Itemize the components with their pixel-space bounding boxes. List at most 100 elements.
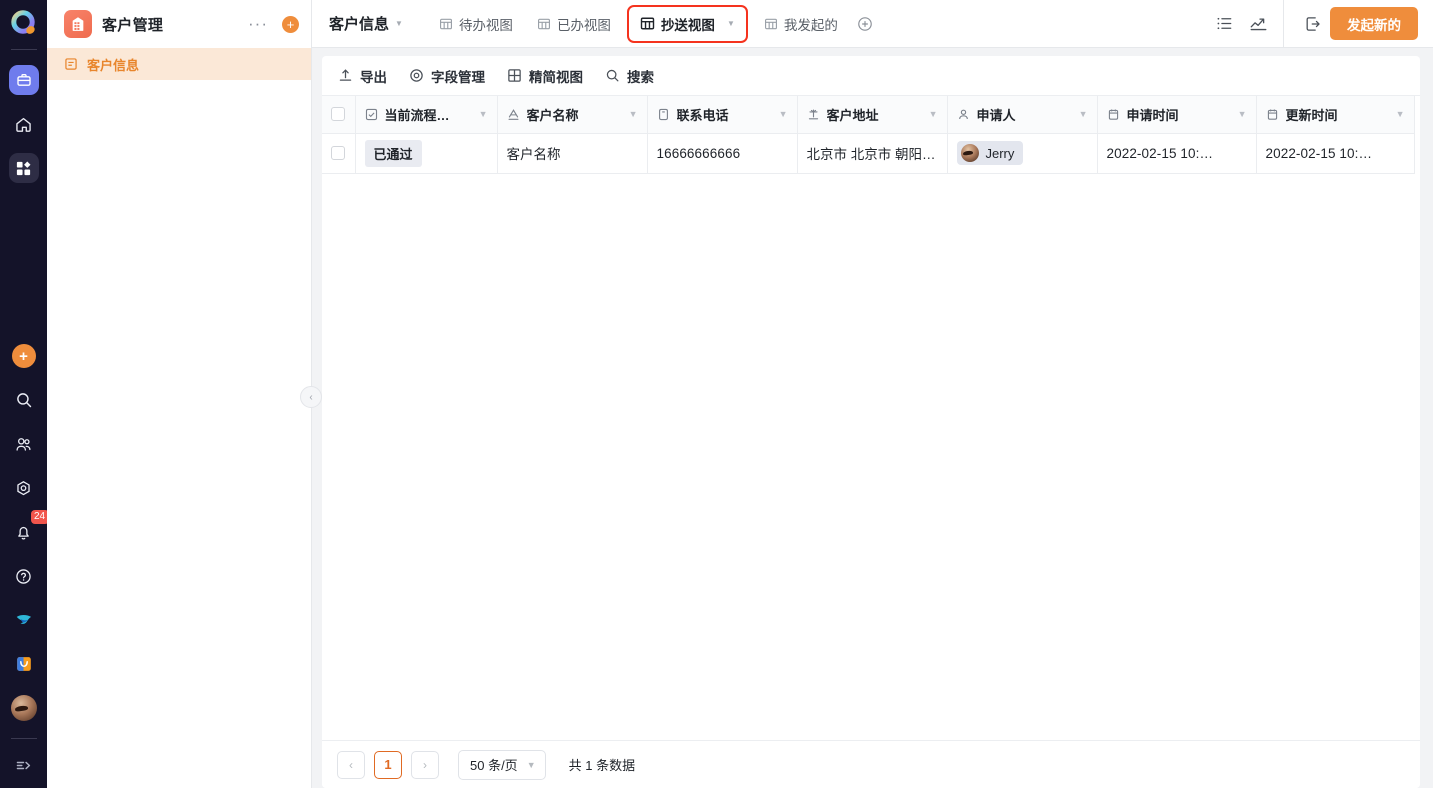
column-header-apply-time[interactable]: 申请时间 ▼	[1097, 96, 1257, 134]
column-label: 更新时间	[1285, 107, 1338, 123]
column-header-customer-name[interactable]: 客户名称 ▼	[497, 96, 648, 134]
cell-update-time: 2022-02-15 10:…	[1256, 133, 1415, 174]
column-label: 客户名称	[526, 107, 579, 123]
column-sort-icon[interactable]: ▼	[923, 109, 938, 119]
tab-cc-view[interactable]: 抄送视图 ▼	[626, 4, 748, 43]
avatar	[960, 144, 979, 162]
checkbox-field-icon	[365, 108, 378, 121]
main-area: 客户信息 ▼ 待办视图 已办视图 抄送视图 ▼ 我发起的 发起新的 导出 字段管…	[312, 0, 1433, 788]
tool-label: 精简视图	[529, 69, 583, 85]
topbar-right: 发起新的	[1207, 0, 1433, 48]
prev-page-button[interactable]: ‹	[337, 750, 365, 779]
leaf-app-icon[interactable]	[9, 605, 39, 635]
avatar-image	[10, 695, 37, 721]
tab-label: 待办视图	[458, 17, 513, 33]
table-scroll-region[interactable]: 当前流程… ▼ 客户名称 ▼ 联系电话 ▼ 客户地址 ▼ 申请人 ▼ 申请时间 …	[322, 96, 1420, 740]
column-label: 客户地址	[826, 107, 879, 123]
mail-app-icon[interactable]	[9, 649, 39, 679]
sidebar-collapse-handle[interactable]: ‹	[300, 386, 322, 408]
column-label: 申请时间	[1126, 107, 1179, 123]
tab-label: 抄送视图	[660, 17, 715, 33]
app-root: + 24 客户管理 ··· + 客户信息 ‹ 客户信息 ▼ 待办视图 已办视图 …	[0, 0, 1433, 788]
table-icon	[537, 17, 551, 31]
page-size-value: 50 条/页	[470, 758, 518, 773]
row-checkbox[interactable]	[331, 146, 346, 160]
search-icon[interactable]	[9, 385, 39, 415]
search-button[interactable]: 搜索	[605, 66, 654, 86]
tool-label: 搜索	[627, 69, 654, 85]
tab-label: 已办视图	[556, 17, 611, 33]
column-header-address[interactable]: 客户地址 ▼	[797, 96, 948, 134]
column-header-update-time[interactable]: 更新时间 ▼	[1256, 96, 1415, 134]
next-page-button[interactable]: ›	[411, 750, 439, 779]
app-more-button[interactable]: ···	[248, 15, 268, 32]
home-icon[interactable]	[9, 109, 39, 139]
column-sort-icon[interactable]: ▼	[473, 109, 488, 119]
column-sort-icon[interactable]: ▼	[1390, 109, 1405, 119]
text-field-icon	[507, 108, 520, 121]
notification-badge: 24	[30, 510, 49, 524]
cell-address: 北京市 北京市 朝阳…	[797, 133, 948, 174]
column-sort-icon[interactable]: ▼	[1073, 109, 1088, 119]
target-icon[interactable]	[9, 473, 39, 503]
table-body: 已通过 客户名称 16666666666 北京市 北京市 朝阳… Jerry 2…	[322, 133, 1415, 174]
page-size-select[interactable]: 50 条/页 ▼	[458, 749, 546, 780]
help-circle-icon[interactable]	[9, 561, 39, 591]
add-view-button[interactable]	[850, 9, 880, 39]
column-sort-icon[interactable]: ▼	[623, 109, 638, 119]
target-circle-icon	[409, 68, 424, 83]
q-logo[interactable]	[9, 9, 39, 39]
create-new-button[interactable]: 发起新的	[1330, 7, 1418, 40]
page-number-1[interactable]: 1	[374, 750, 402, 779]
app-sidebar: 客户管理 ··· + 客户信息 ‹	[47, 0, 322, 788]
list-view-icon[interactable]	[1207, 7, 1241, 41]
person-field-icon	[957, 108, 970, 121]
applicant-name: Jerry	[985, 145, 1015, 161]
apps-grid-icon[interactable]	[8, 153, 39, 183]
page-title-caret-icon[interactable]: ▼	[395, 19, 403, 28]
column-header-status[interactable]: 当前流程… ▼	[355, 96, 498, 134]
column-sort-icon[interactable]: ▼	[773, 109, 788, 119]
grid-icon	[507, 68, 522, 83]
column-header-phone[interactable]: 联系电话 ▼	[647, 96, 798, 134]
tab-todo-view[interactable]: 待办视图	[427, 7, 525, 41]
select-all-checkbox[interactable]	[331, 107, 346, 122]
table-row[interactable]: 已通过 客户名称 16666666666 北京市 北京市 朝阳… Jerry 2…	[322, 133, 1415, 174]
tab-label: 我发起的	[783, 17, 838, 33]
plus-circle-icon[interactable]: +	[9, 341, 39, 371]
table-head: 当前流程… ▼ 客户名称 ▼ 联系电话 ▼ 客户地址 ▼ 申请人 ▼ 申请时间 …	[322, 96, 1415, 134]
briefcase-icon[interactable]	[8, 65, 39, 95]
view-tabs: 待办视图 已办视图 抄送视图 ▼ 我发起的	[427, 4, 880, 43]
tab-my-initiated[interactable]: 我发起的	[752, 7, 850, 41]
table-icon	[764, 17, 778, 31]
user-avatar[interactable]	[9, 693, 39, 723]
collapse-rail-icon[interactable]	[9, 750, 39, 780]
select-all-cell	[322, 96, 356, 134]
export-button[interactable]: 导出	[338, 66, 387, 86]
tool-label: 导出	[360, 69, 387, 85]
analytics-icon[interactable]	[1241, 7, 1275, 41]
app-add-button[interactable]: +	[282, 15, 299, 33]
column-header-applicant[interactable]: 申请人 ▼	[947, 96, 1098, 134]
sidebar-item-customer-info[interactable]: 客户信息	[47, 48, 311, 80]
tab-caret-icon[interactable]: ▼	[727, 19, 735, 28]
sign-out-icon[interactable]	[1296, 7, 1330, 41]
status-badge: 已通过	[364, 139, 422, 167]
cell-status: 已通过	[355, 133, 498, 174]
chevron-down-icon: ▼	[526, 759, 536, 770]
app-sidebar-header: 客户管理 ··· +	[47, 0, 311, 48]
field-management-button[interactable]: 字段管理	[409, 66, 485, 86]
column-sort-icon[interactable]: ▼	[1232, 109, 1247, 119]
address-field-icon	[807, 108, 820, 121]
bell-icon[interactable]: 24	[9, 510, 49, 547]
table-icon	[439, 17, 453, 31]
upload-icon	[338, 68, 353, 83]
applicant-chip: Jerry	[956, 141, 1024, 165]
simple-view-button[interactable]: 精简视图	[507, 66, 583, 86]
tab-done-view[interactable]: 已办视图	[525, 7, 623, 41]
cell-apply-time: 2022-02-15 10:…	[1097, 133, 1257, 174]
cell-phone: 16666666666	[647, 133, 798, 174]
contacts-icon[interactable]	[9, 429, 39, 459]
page-title: 客户信息	[329, 16, 390, 33]
header-row: 当前流程… ▼ 客户名称 ▼ 联系电话 ▼ 客户地址 ▼ 申请人 ▼ 申请时间 …	[322, 96, 1415, 134]
